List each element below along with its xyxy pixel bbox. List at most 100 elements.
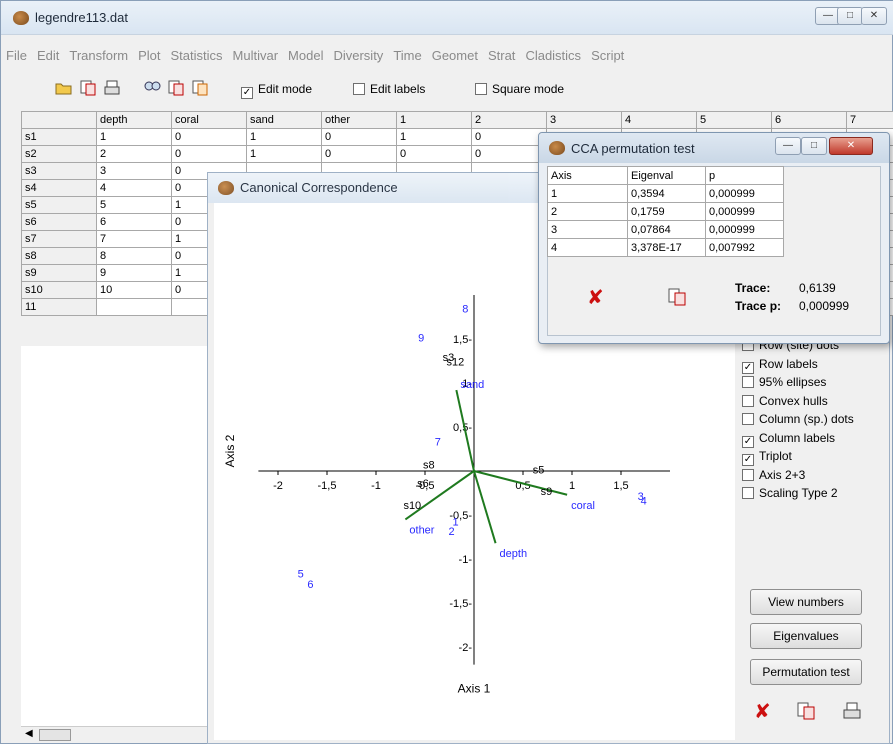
grid-cell[interactable]: 0 (471, 128, 547, 146)
print-icon[interactable] (101, 77, 123, 99)
copy-icon[interactable] (667, 287, 687, 310)
menu-item-strat[interactable]: Strat (483, 45, 520, 67)
row-header[interactable]: s7 (21, 230, 97, 248)
close-x-icon[interactable]: ✘ (587, 285, 604, 309)
menu-item-diversity[interactable]: Diversity (328, 45, 388, 67)
scroll-left-icon[interactable]: ◀ (25, 728, 33, 739)
grid-cell[interactable]: 0 (321, 128, 397, 146)
y-tick-label: -1,5- (449, 598, 472, 610)
square-mode-checkbox[interactable]: Square mode (475, 82, 564, 96)
row-header[interactable]: s6 (21, 213, 97, 231)
open-folder-icon[interactable] (53, 77, 75, 99)
option-checkbox[interactable]: Scaling Type 2 (742, 486, 838, 500)
column-header[interactable]: 1 (396, 111, 472, 129)
menu-item-cladistics[interactable]: Cladistics (520, 45, 586, 67)
checkbox-icon (475, 83, 487, 95)
row-header[interactable]: s4 (21, 179, 97, 197)
option-checkbox[interactable]: ✓ Row labels (742, 357, 818, 374)
grid-cell[interactable]: 5 (96, 196, 172, 214)
option-checkbox[interactable]: 95% ellipses (742, 375, 826, 389)
row-header[interactable]: s1 (21, 128, 97, 146)
copy-icon[interactable] (796, 701, 816, 724)
edit-labels-checkbox[interactable]: Edit labels (353, 82, 425, 96)
edit-mode-checkbox[interactable]: ✓ Edit mode (241, 82, 312, 99)
row-header[interactable]: s5 (21, 196, 97, 214)
eigenvalues-button[interactable]: Eigenvalues (750, 623, 862, 649)
x-tick-label: -1,5 (318, 480, 337, 492)
paste-icon[interactable] (165, 77, 187, 99)
column-header[interactable]: other (321, 111, 397, 129)
grid-cell[interactable]: 0 (171, 145, 247, 163)
column-header[interactable]: 5 (696, 111, 772, 129)
column-header[interactable]: depth (96, 111, 172, 129)
grid-cell[interactable]: 0 (471, 145, 547, 163)
column-header[interactable]: coral (171, 111, 247, 129)
site-label: s5 (533, 465, 545, 477)
grid-cell[interactable]: 9 (96, 264, 172, 282)
menu-item-model[interactable]: Model (283, 45, 328, 67)
row-header[interactable]: s10 (21, 281, 97, 299)
menu-item-transform[interactable]: Transform (64, 45, 133, 67)
grid-cell[interactable]: 4 (96, 179, 172, 197)
column-header[interactable]: 7 (846, 111, 893, 129)
copy-icon[interactable] (77, 77, 99, 99)
row-header[interactable]: 11 (21, 298, 97, 316)
close-icon[interactable]: ✕ (861, 7, 887, 25)
menu-item-geomet[interactable]: Geomet (427, 45, 483, 67)
grid-cell[interactable]: 1 (246, 145, 322, 163)
view-numbers-button[interactable]: View numbers (750, 589, 862, 615)
main-titlebar[interactable]: legendre113.dat — □ ✕ (1, 1, 893, 35)
find-icon[interactable] (141, 77, 163, 99)
menu-item-plot[interactable]: Plot (133, 45, 165, 67)
grid-cell[interactable]: 0 (171, 128, 247, 146)
permutation-test-window: CCA permutation test — □ ✕ Axis Eigenval p… (538, 132, 890, 344)
grid-cell[interactable]: 1 (246, 128, 322, 146)
site-label: s6 (417, 478, 429, 490)
option-checkbox[interactable]: ✓ Column labels (742, 431, 835, 448)
grid-cell[interactable]: 10 (96, 281, 172, 299)
app-logo-icon (218, 181, 234, 195)
site-label: s10 (403, 500, 421, 512)
perm-titlebar[interactable]: CCA permutation test — □ ✕ (539, 133, 889, 163)
grid-cell[interactable]: 2 (96, 145, 172, 163)
scroll-thumb[interactable] (39, 729, 71, 741)
minimize-icon[interactable]: — (775, 137, 801, 155)
menu-item-time[interactable]: Time (388, 45, 426, 67)
close-x-icon[interactable]: ✘ (754, 699, 771, 723)
grid-cell[interactable]: 1 (396, 128, 472, 146)
column-header[interactable]: 2 (471, 111, 547, 129)
column-header[interactable]: 6 (771, 111, 847, 129)
grid-cell[interactable]: 7 (96, 230, 172, 248)
menu-item-script[interactable]: Script (586, 45, 629, 67)
menu-item-edit[interactable]: Edit (32, 45, 64, 67)
maximize-icon[interactable]: □ (837, 7, 863, 25)
grid-cell[interactable] (96, 298, 172, 316)
menu-item-statistics[interactable]: Statistics (166, 45, 228, 67)
grid-cell[interactable]: 8 (96, 247, 172, 265)
option-checkbox[interactable]: ✓ Triplot (742, 449, 792, 466)
grid-cell[interactable]: 6 (96, 213, 172, 231)
grid-cell[interactable]: 3 (96, 162, 172, 180)
row-header[interactable]: s2 (21, 145, 97, 163)
row-header[interactable]: s9 (21, 264, 97, 282)
option-checkbox[interactable]: Convex hulls (742, 394, 828, 408)
maximize-icon[interactable]: □ (801, 137, 827, 155)
paste-special-icon[interactable] (189, 77, 211, 99)
menu-item-file[interactable]: File (1, 45, 32, 67)
row-header[interactable]: s3 (21, 162, 97, 180)
print-icon[interactable] (842, 701, 862, 724)
checkbox-icon (353, 83, 365, 95)
menu-item-multivar[interactable]: Multivar (228, 45, 284, 67)
column-header[interactable]: 3 (546, 111, 622, 129)
column-header[interactable]: 4 (621, 111, 697, 129)
permutation-test-button[interactable]: Permutation test (750, 659, 862, 685)
column-header[interactable]: sand (246, 111, 322, 129)
horizontal-scrollbar[interactable]: ◀ (21, 726, 221, 743)
option-checkbox[interactable]: Column (sp.) dots (742, 412, 854, 426)
grid-cell[interactable]: 0 (396, 145, 472, 163)
option-checkbox[interactable]: Axis 2+3 (742, 468, 805, 482)
row-header[interactable]: s8 (21, 247, 97, 265)
grid-cell[interactable]: 0 (321, 145, 397, 163)
grid-cell[interactable]: 1 (96, 128, 172, 146)
close-icon[interactable]: ✕ (829, 137, 873, 155)
